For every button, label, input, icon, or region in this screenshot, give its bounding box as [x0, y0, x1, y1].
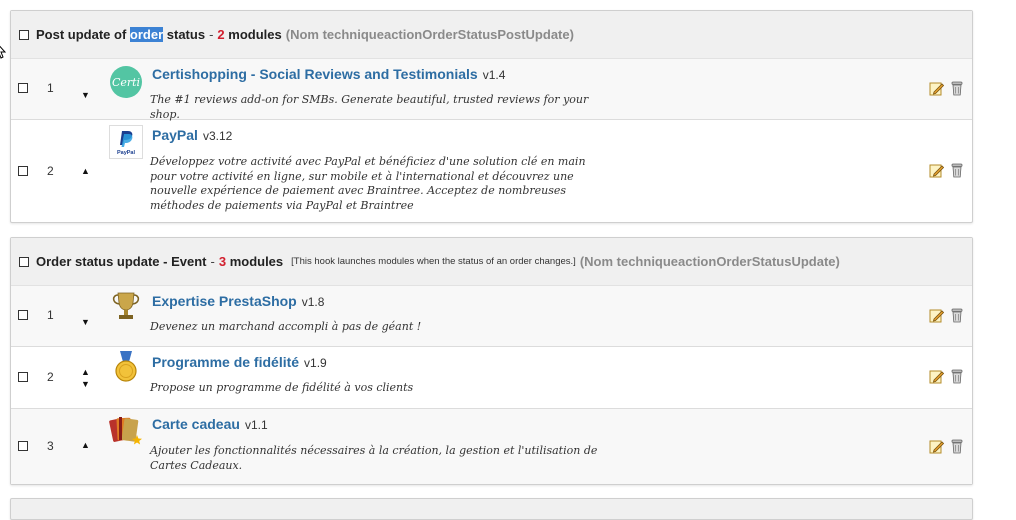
module-name[interactable]: Carte cadeau v1.1: [152, 416, 268, 432]
edit-icon[interactable]: [929, 163, 944, 178]
module-row-paypal: 2 ▲ PayPal PayPal v3.12 Développez votre …: [11, 120, 972, 222]
hook-title-highlight: order: [129, 27, 164, 42]
hook-title-separator: -: [209, 27, 214, 42]
paypal-logo-icon: PayPal: [109, 125, 143, 159]
delete-icon[interactable]: [951, 81, 963, 96]
module-checkbox[interactable]: [18, 83, 28, 93]
module-checkbox[interactable]: [18, 441, 28, 451]
module-position: 1: [47, 81, 54, 95]
mouse-cursor-icon: [0, 45, 7, 59]
trophy-icon: [112, 292, 140, 319]
hook-panel-next: [10, 498, 973, 520]
module-version: v1.8: [301, 295, 325, 309]
delete-icon[interactable]: [951, 308, 963, 323]
move-up-arrow-icon[interactable]: ▲: [81, 167, 90, 176]
hook-module-count-label: modules: [228, 27, 282, 42]
hook-module-count: 2: [217, 27, 225, 42]
module-description: Propose un programme de fidélité à vos c…: [150, 381, 414, 394]
module-name[interactable]: PayPal v3.12: [152, 127, 232, 143]
move-down-arrow-icon[interactable]: ▼: [81, 318, 90, 327]
move-down-arrow-icon[interactable]: ▼: [81, 380, 90, 389]
delete-icon[interactable]: [951, 439, 963, 454]
hook-module-count: 3: [218, 254, 227, 269]
hook-technical-name: (Nom techniqueactionOrderStatusPostUpdat…: [285, 27, 574, 42]
certi-logo-icon: Certi: [110, 66, 142, 98]
module-version: v1.1: [244, 418, 268, 432]
module-name-text[interactable]: Programme de fidélité: [152, 354, 299, 370]
module-position: 2: [47, 164, 54, 178]
module-name-text[interactable]: PayPal: [152, 127, 198, 143]
module-row-carte-cadeau: 3 ▲ Carte cadeau v1.1 Ajouter les fonctio…: [11, 409, 972, 484]
module-name-text[interactable]: Expertise PrestaShop: [152, 293, 297, 309]
move-up-arrow-icon[interactable]: ▲: [81, 368, 90, 377]
module-description: Développez votre activité avec PayPal et…: [150, 155, 586, 212]
gift-cards-icon: [109, 417, 142, 445]
module-checkbox[interactable]: [18, 372, 28, 382]
edit-icon[interactable]: [929, 369, 944, 384]
svg-text:Certi: Certi: [112, 76, 140, 89]
move-up-arrow-icon[interactable]: ▲: [81, 441, 90, 450]
hook-panel-header: Post update of order status - 2 modules …: [11, 11, 972, 59]
edit-icon[interactable]: [929, 439, 944, 454]
delete-icon[interactable]: [951, 369, 963, 384]
module-checkbox[interactable]: [18, 310, 28, 320]
hook-title: Order status update - Event: [36, 254, 207, 269]
hook-panel-post-update-order-status: Post update of order status - 2 modules …: [10, 10, 973, 223]
module-description: The #1 reviews add-on for SMBs. Generate…: [150, 93, 589, 121]
move-down-arrow-icon[interactable]: ▼: [81, 91, 90, 100]
edit-icon[interactable]: [929, 308, 944, 323]
hook-select-all-checkbox[interactable]: [19, 30, 29, 40]
module-name-text[interactable]: Certishopping - Social Reviews and Testi…: [152, 66, 478, 82]
hook-module-count-label: modules: [229, 254, 284, 269]
module-position: 2: [47, 370, 54, 384]
module-checkbox[interactable]: [18, 166, 28, 176]
module-position: 1: [47, 308, 54, 322]
module-name-text[interactable]: Carte cadeau: [152, 416, 240, 432]
module-row-expertise-prestashop: 1 ▼ Expertise PrestaShop v1.8 Devenez un …: [11, 286, 972, 347]
hook-technical-name: (Nom techniqueactionOrderStatusUpdate): [579, 254, 840, 269]
module-description: Ajouter les fonctionnalités nécessaires …: [150, 444, 598, 472]
delete-icon[interactable]: [951, 163, 963, 178]
hook-title-suffix: status: [166, 27, 206, 42]
hook-select-all-checkbox[interactable]: [19, 257, 29, 267]
hook-title-prefix: Post update of: [36, 27, 127, 42]
hook-title-separator: -: [210, 254, 215, 269]
module-name[interactable]: Expertise PrestaShop v1.8: [152, 293, 324, 309]
hook-panel-order-status-update: Order status update - Event - 3 modules …: [10, 237, 973, 485]
svg-text:PayPal: PayPal: [117, 150, 136, 156]
module-row-programme-fidelite: 2 ▲ ▼ Programme de fidélité v1.9 Propose …: [11, 347, 972, 409]
module-name[interactable]: Programme de fidélité v1.9: [152, 354, 327, 370]
medal-icon: [115, 351, 137, 382]
module-position: 3: [47, 439, 54, 453]
module-version: v1.9: [304, 356, 327, 370]
module-version: v3.12: [202, 129, 233, 143]
edit-icon[interactable]: [929, 81, 944, 96]
hook-description: [This hook launches modules when the sta…: [291, 256, 576, 267]
module-version: v1.4: [482, 68, 506, 82]
module-name[interactable]: Certishopping - Social Reviews and Testi…: [152, 66, 505, 82]
module-row-certishopping: 1 ▼ Certi Certishopping - Social Reviews…: [11, 59, 972, 121]
hook-panel-header: Order status update - Event - 3 modules …: [11, 238, 972, 286]
module-description: Devenez un marchand accompli à pas de gé…: [150, 320, 422, 333]
